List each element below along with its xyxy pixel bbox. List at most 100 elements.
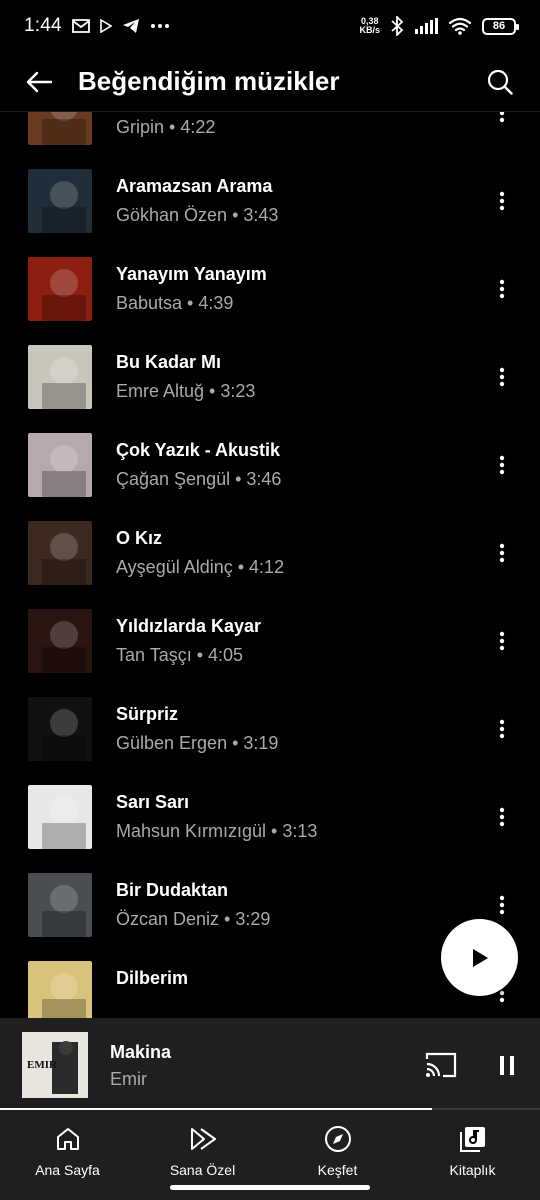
nav-samples-label: Sana Özel bbox=[169, 1162, 236, 1178]
song-meta: Yanayım Yanayım Babutsa • 4:39 bbox=[116, 264, 267, 314]
bluetooth-icon bbox=[391, 16, 404, 36]
song-subtitle: Özcan Deniz • 3:29 bbox=[116, 909, 271, 929]
song-meta: Çok Yazık - Akustik Çağan Şengül • 3:46 bbox=[116, 440, 281, 490]
status-bar: 1:44 0,38 KB/s 86 bbox=[0, 0, 540, 52]
nav-explore-label: Keşfet bbox=[317, 1162, 358, 1178]
cast-button[interactable] bbox=[424, 1051, 458, 1079]
album-art bbox=[28, 697, 92, 761]
app-header: Beğendiğim müzikler bbox=[0, 52, 540, 112]
song-title: Çok Yazık - Akustik bbox=[116, 440, 281, 460]
more-vert-icon bbox=[499, 543, 505, 563]
song-row[interactable]: Sarı Sarı Mahsun Kırmızıgül • 3:13 bbox=[0, 773, 540, 861]
song-subtitle: Gripin • 4:22 bbox=[116, 117, 216, 137]
song-meta: Aramazsan Arama Gökhan Özen • 3:43 bbox=[116, 176, 278, 226]
explore-icon bbox=[324, 1126, 351, 1152]
song-more-button[interactable] bbox=[488, 537, 516, 569]
status-time: 1:44 bbox=[24, 15, 62, 36]
signal-icon bbox=[415, 18, 438, 34]
song-subtitle: Mahsun Kırmızıgül • 3:13 bbox=[116, 821, 318, 841]
gmail-icon bbox=[71, 19, 90, 33]
song-subtitle: Gökhan Özen • 3:43 bbox=[116, 205, 279, 225]
now-playing-artwork[interactable]: EMIR bbox=[22, 1032, 88, 1098]
song-title: Dilberim bbox=[116, 968, 189, 988]
song-meta: Dilberim bbox=[116, 968, 188, 997]
song-row[interactable]: Aramazsan Arama Gökhan Özen • 3:43 bbox=[0, 157, 540, 245]
song-more-button[interactable] bbox=[488, 273, 516, 305]
more-vert-icon bbox=[499, 719, 505, 739]
telegram-icon bbox=[122, 19, 139, 33]
more-vert-icon bbox=[499, 807, 505, 827]
song-more-button[interactable] bbox=[488, 889, 516, 921]
song-row[interactable]: Sürpriz Gülben Ergen • 3:19 bbox=[0, 685, 540, 773]
album-art bbox=[28, 961, 92, 1018]
song-more-button[interactable] bbox=[488, 713, 516, 745]
song-title: Sürpriz bbox=[116, 704, 179, 724]
artwork-logo-text: EMIR bbox=[27, 1059, 58, 1071]
song-meta: Sürpriz Gülben Ergen • 3:19 bbox=[116, 704, 278, 754]
net-speed: 0,38 KB/s bbox=[359, 17, 380, 35]
playback-progress[interactable] bbox=[0, 1108, 540, 1110]
pause-button[interactable] bbox=[492, 1048, 522, 1082]
song-subtitle: Tan Taşçı • 4:05 bbox=[116, 645, 244, 665]
play-icon bbox=[472, 948, 488, 967]
song-more-button[interactable] bbox=[488, 361, 516, 393]
wifi-icon bbox=[448, 17, 472, 35]
song-title: Sarı Sarı bbox=[116, 792, 190, 812]
pause-icon bbox=[500, 1055, 504, 1075]
more-dots-icon bbox=[150, 24, 169, 28]
song-subtitle: Gülben Ergen • 3:19 bbox=[116, 733, 279, 753]
play-all-button[interactable] bbox=[441, 919, 518, 996]
nav-library-label: Kitaplık bbox=[449, 1162, 496, 1178]
song-more-button[interactable] bbox=[488, 185, 516, 217]
cast-icon bbox=[425, 1052, 457, 1078]
album-art bbox=[28, 873, 92, 937]
back-arrow-icon bbox=[26, 71, 52, 92]
song-row[interactable]: Çok Yazık - Akustik Çağan Şengül • 3:46 bbox=[0, 421, 540, 509]
play-icon bbox=[99, 19, 112, 33]
song-title: Aramazsan Arama bbox=[116, 176, 273, 196]
back-button[interactable] bbox=[0, 52, 78, 112]
song-meta: Yıldızlarda Kayar Tan Taşçı • 4:05 bbox=[116, 616, 261, 666]
song-meta: Bir Dudaktan Özcan Deniz • 3:29 bbox=[116, 880, 270, 930]
now-playing-artist: Emir bbox=[110, 1069, 147, 1089]
playback-progress-fill bbox=[0, 1108, 432, 1110]
battery-indicator: 86 bbox=[482, 17, 519, 35]
more-vert-icon bbox=[499, 367, 505, 387]
song-row[interactable]: Yanayım Yanayım Babutsa • 4:39 bbox=[0, 245, 540, 333]
song-row[interactable]: Bu Kadar Mı Emre Altuğ • 3:23 bbox=[0, 333, 540, 421]
song-row[interactable]: O Kız Ayşegül Aldinç • 4:12 bbox=[0, 509, 540, 597]
nav-home[interactable]: Ana Sayfa bbox=[0, 1110, 135, 1200]
song-more-button[interactable] bbox=[488, 449, 516, 481]
song-title: Bir Dudaktan bbox=[116, 880, 229, 900]
song-meta: O Kız Ayşegül Aldinç • 4:12 bbox=[116, 528, 284, 578]
library-icon bbox=[459, 1127, 485, 1152]
album-art bbox=[28, 169, 92, 233]
more-vert-icon bbox=[499, 191, 505, 211]
nav-home-label: Ana Sayfa bbox=[35, 1162, 100, 1178]
now-playing-title: Makina bbox=[110, 1042, 172, 1062]
net-speed-unit: KB/s bbox=[359, 25, 380, 35]
mini-player[interactable]: EMIR Makina Emir bbox=[0, 1018, 540, 1110]
notification-icons bbox=[71, 18, 170, 34]
song-more-button[interactable] bbox=[488, 625, 516, 657]
album-art bbox=[28, 521, 92, 585]
album-art bbox=[28, 257, 92, 321]
song-subtitle: Ayşegül Aldinç • 4:12 bbox=[116, 557, 285, 577]
more-vert-icon bbox=[499, 895, 505, 915]
song-title: Yıldızlarda Kayar bbox=[116, 616, 262, 636]
page-title: Beğendiğim müzikler bbox=[78, 66, 340, 96]
song-subtitle: Babutsa • 4:39 bbox=[116, 293, 234, 313]
song-meta: Bu Kadar Mı Emre Altuğ • 3:23 bbox=[116, 352, 255, 402]
song-subtitle: Çağan Şengül • 3:46 bbox=[116, 469, 282, 489]
search-button[interactable] bbox=[480, 62, 520, 102]
more-vert-icon bbox=[499, 455, 505, 475]
album-art bbox=[28, 785, 92, 849]
song-more-button[interactable] bbox=[488, 801, 516, 833]
album-art bbox=[28, 433, 92, 497]
song-title: O Kız bbox=[116, 528, 163, 548]
nav-library[interactable]: Kitaplık bbox=[405, 1110, 540, 1200]
search-icon bbox=[487, 69, 513, 95]
liked-songs-list[interactable]: Dalgalandım da DuruldumGripin • 4:22Aram… bbox=[0, 96, 540, 1018]
song-subtitle: Emre Altuğ • 3:23 bbox=[116, 381, 256, 401]
song-row[interactable]: Yıldızlarda Kayar Tan Taşçı • 4:05 bbox=[0, 597, 540, 685]
